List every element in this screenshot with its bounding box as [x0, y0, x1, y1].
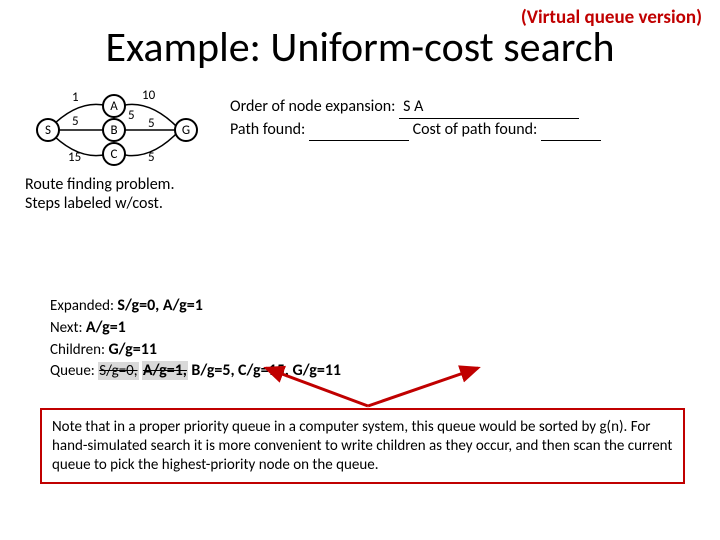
edge-sc: 15	[68, 150, 81, 165]
expanded-val: S/g=0, A/g=1	[117, 296, 202, 315]
node-g: G	[174, 118, 198, 142]
queue-item-3: B/g=5,	[191, 361, 234, 380]
page-title: Example: Uniform-cost search	[0, 22, 720, 73]
queue-item-2: A/g=1,	[142, 361, 188, 380]
edge-bg: 5	[148, 116, 155, 131]
cost-label: Cost of path found:	[413, 120, 538, 139]
graph-caption: Route finding problem. Steps labeled w/c…	[25, 175, 235, 213]
edge-sb: 5	[72, 114, 79, 129]
note-box: Note that in a proper priority queue in …	[40, 408, 685, 484]
path-value	[309, 119, 409, 142]
priority-arrows-icon	[248, 362, 488, 408]
node-a: A	[102, 94, 126, 118]
edge-cg: 5	[148, 150, 155, 165]
queue-label: Queue:	[50, 362, 95, 380]
edge-ag: 10	[142, 88, 155, 103]
caption-l2: Steps labeled w/cost.	[25, 194, 235, 213]
next-label: Next:	[50, 319, 83, 337]
node-c: C	[102, 142, 126, 166]
node-b: B	[102, 118, 126, 142]
node-s: S	[36, 118, 60, 142]
order-label: Order of node expansion:	[230, 97, 395, 116]
answers-block: Order of node expansion: S A Path found:…	[230, 96, 700, 141]
expanded-label: Expanded:	[50, 297, 114, 315]
cost-value	[541, 119, 601, 142]
caption-l1: Route finding problem.	[25, 175, 235, 194]
path-label: Path found:	[230, 120, 305, 139]
children-label: Children:	[50, 341, 105, 359]
note-text: Note that in a proper priority queue in …	[52, 418, 672, 474]
next-val: A/g=1	[86, 318, 126, 337]
queue-item-1: S/g=0,	[98, 362, 138, 380]
graph-diagram: S A B C G 1 5 15 10 5 5 5	[30, 90, 210, 170]
children-val: G/g=11	[108, 340, 157, 359]
order-value: S A	[399, 96, 579, 119]
edge-ab: 5	[128, 108, 135, 123]
edge-sa: 1	[72, 90, 79, 105]
